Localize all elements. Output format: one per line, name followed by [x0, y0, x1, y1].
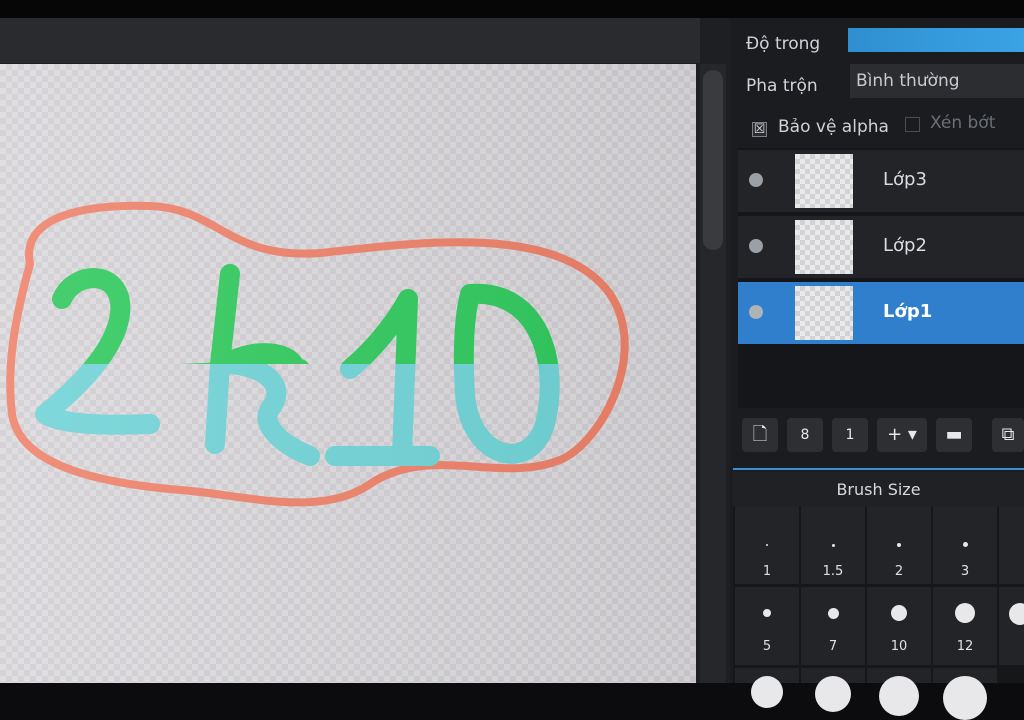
brush-size-cell[interactable]: 10 [867, 587, 931, 665]
blend-mode-select[interactable]: Bình thường [850, 64, 1024, 98]
add-layer-dropdown-button[interactable]: + ▾ [877, 418, 927, 452]
brush-dot [963, 542, 968, 547]
brush-size-label: 3 [960, 564, 970, 579]
brush-dot [751, 676, 783, 708]
brush-size-label: 5 [762, 639, 772, 654]
new-8bit-layer-button[interactable]: 8 [787, 418, 823, 452]
brush-size-grid: 1 1.5 2 3 5 7 10 12 [733, 506, 1024, 720]
clip-label: Xén bớt [930, 113, 996, 133]
layer-row-selected[interactable]: Lớp1 [738, 282, 1024, 344]
layer-name: Lớp2 [883, 235, 927, 256]
duplicate-layer-button[interactable]: ⧉ [992, 418, 1024, 452]
brush-size-label: 10 [890, 639, 908, 654]
brush-size-cell[interactable]: 2 [867, 506, 931, 584]
top-bar [0, 0, 1024, 18]
brush-dot [891, 605, 907, 621]
brush-dot [879, 676, 919, 716]
opacity-slider[interactable] [848, 28, 1024, 52]
brush-size-label: 1 [762, 564, 772, 579]
brush-size-cell[interactable]: 5 [735, 587, 799, 665]
brush-size-label: 2 [894, 564, 904, 579]
brush-size-cell[interactable]: 1 [735, 506, 799, 584]
brush-size-cell[interactable]: 12 [933, 587, 997, 665]
brush-dot [815, 676, 851, 712]
layer-row[interactable]: Lớp3 [738, 150, 1024, 212]
brush-size-label: 1.5 [822, 564, 844, 579]
layer-name: Lớp3 [883, 169, 927, 190]
new-color-layer-button[interactable]: 🗋 [742, 418, 778, 452]
layer-list: Lớp3 Lớp2 Lớp1 [738, 148, 1024, 408]
protect-alpha-label: Bảo vệ alpha [778, 117, 889, 137]
copy-icon: ⧉ [1001, 424, 1015, 445]
brush-size-cell[interactable]: 7 [801, 587, 865, 665]
brush-size-cell[interactable] [933, 668, 997, 720]
new-1bit-layer-button[interactable]: 1 [832, 418, 868, 452]
brush-dot [955, 603, 975, 623]
clip-checkbox[interactable] [905, 117, 920, 132]
layer-thumbnail [795, 220, 853, 274]
drawing-canvas[interactable] [0, 64, 696, 683]
brush-dot [897, 543, 901, 547]
opacity-label: Độ trong [746, 34, 821, 54]
brush-size-cell[interactable] [801, 668, 865, 712]
layer-name: Lớp1 [883, 301, 933, 322]
brush-size-cell[interactable] [867, 668, 931, 716]
visibility-icon[interactable] [749, 305, 763, 319]
visibility-icon[interactable] [749, 239, 763, 253]
folder-button[interactable]: ▬ [936, 418, 972, 452]
folder-icon: ▬ [945, 424, 963, 445]
canvas-header [0, 18, 700, 63]
layer-thumbnail [795, 286, 853, 340]
protect-alpha-checkbox[interactable]: ☒ [752, 122, 767, 137]
add-icon: + [887, 424, 903, 445]
brush-size-label: 7 [828, 639, 838, 654]
brush-size-cell[interactable] [999, 587, 1024, 665]
brush-size-title: Brush Size [733, 472, 1024, 506]
brush-dot [832, 544, 835, 547]
brush-dot [763, 609, 771, 617]
panel-divider [733, 468, 1024, 470]
visibility-icon[interactable] [749, 173, 763, 187]
blend-mode-label: Pha trộn [746, 76, 818, 96]
layer-thumbnail [795, 154, 853, 208]
canvas-glare [0, 64, 696, 683]
brush-dot [766, 544, 768, 546]
brush-dot [1009, 603, 1024, 625]
brush-size-cell[interactable] [735, 668, 799, 708]
brush-dot [828, 608, 839, 619]
scrollbar-thumb[interactable] [703, 70, 723, 250]
brush-size-label: 12 [956, 639, 974, 654]
brush-size-cell[interactable]: 3 [933, 506, 997, 584]
brush-size-cell[interactable] [999, 506, 1024, 584]
chevron-down-icon: ▾ [907, 424, 917, 445]
brush-size-cell[interactable]: 1.5 [801, 506, 865, 584]
layer-row[interactable]: Lớp2 [738, 216, 1024, 278]
